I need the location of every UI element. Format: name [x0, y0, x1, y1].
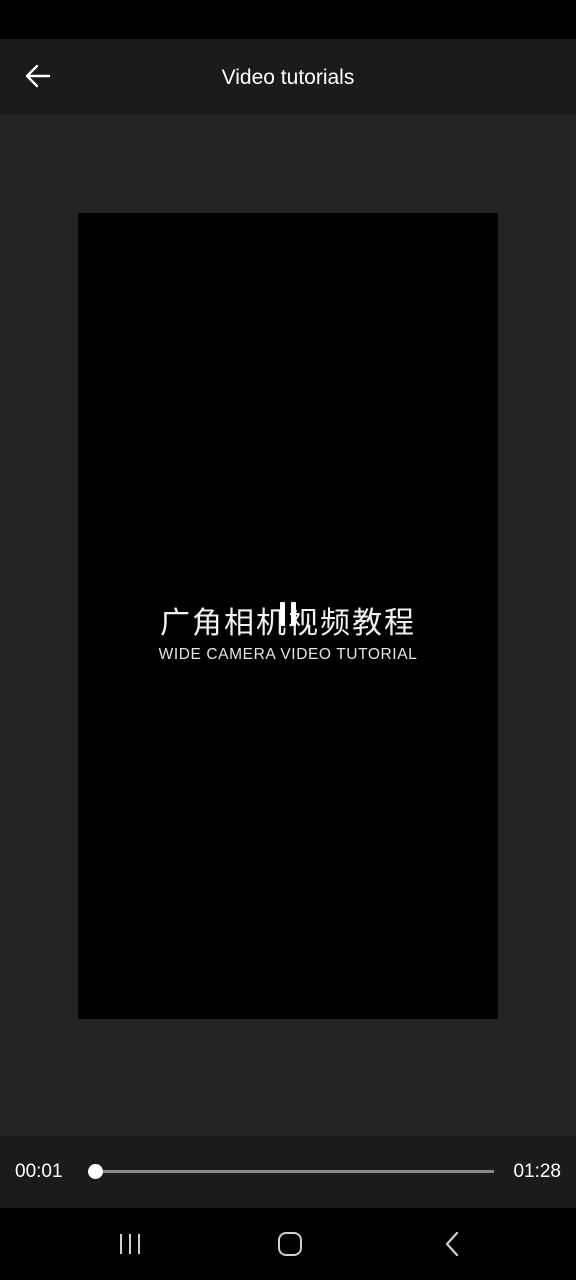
page-title: Video tutorials — [221, 66, 355, 89]
recents-button[interactable] — [100, 1220, 160, 1268]
content-area: 广角相机视频教程 WIDE CAMERA VIDEO TUTORIAL — [0, 114, 576, 1136]
back-button[interactable] — [14, 51, 62, 101]
pause-icon — [280, 602, 285, 626]
total-time: 01:28 — [513, 1161, 561, 1182]
home-icon — [278, 1232, 302, 1256]
pause-icon-bar — [291, 602, 296, 626]
video-title-en: WIDE CAMERA VIDEO TUTORIAL — [158, 646, 418, 663]
system-nav-bar — [0, 1208, 576, 1280]
playback-controls: 00:01 01:28 — [0, 1136, 576, 1208]
home-button[interactable] — [260, 1220, 320, 1268]
recents-icon — [120, 1234, 140, 1254]
video-player[interactable]: 广角相机视频教程 WIDE CAMERA VIDEO TUTORIAL — [78, 213, 498, 1019]
seek-bar[interactable] — [88, 1164, 494, 1179]
arrow-left-icon — [25, 64, 51, 88]
app-bar: Video tutorials — [0, 39, 576, 114]
status-bar — [0, 0, 576, 39]
back-chevron-icon — [445, 1231, 459, 1257]
current-time: 00:01 — [15, 1161, 63, 1182]
seek-thumb[interactable] — [88, 1164, 104, 1179]
nav-back-button[interactable] — [422, 1220, 482, 1268]
pause-button[interactable] — [274, 602, 302, 632]
